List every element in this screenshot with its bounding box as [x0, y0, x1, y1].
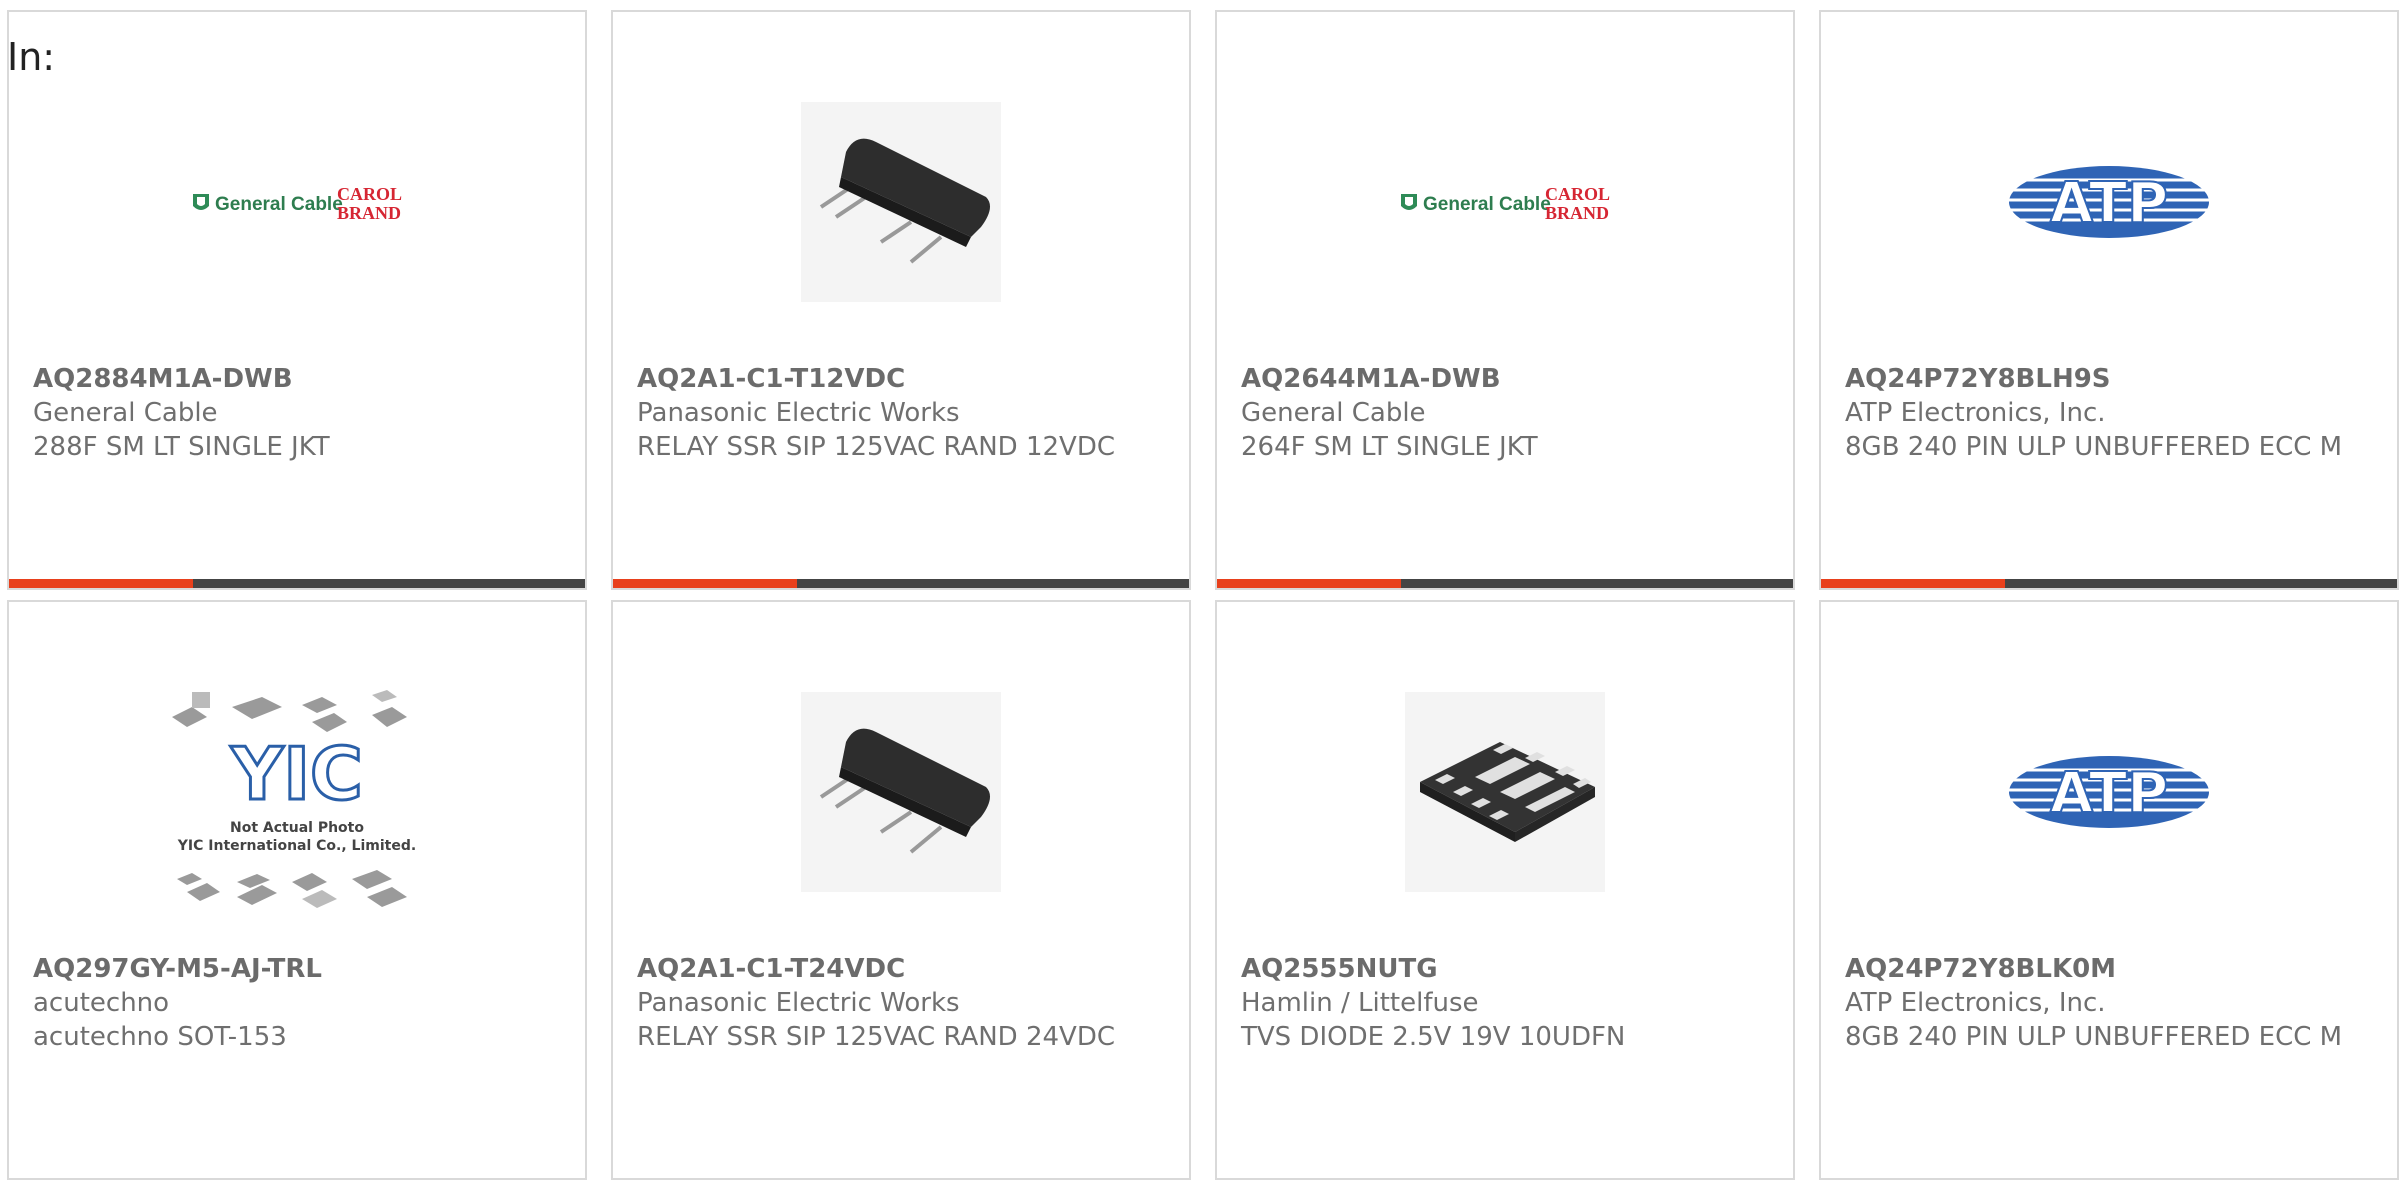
svg-text:General Cable: General Cable — [215, 194, 343, 215]
card-footer-bar — [1217, 579, 1793, 588]
part-number-link[interactable]: AQ2555NUTG — [1241, 952, 1769, 986]
product-card[interactable]: AQ2555NUTG Hamlin / Littelfuse TVS DIODE… — [1215, 600, 1795, 1180]
product-description: 8GB 240 PIN ULP UNBUFFERED ECC M — [1845, 1022, 2343, 1052]
card-footer-bar — [613, 579, 1189, 588]
atp-logo-icon: ATP — [1989, 682, 2229, 902]
product-description: acutechno SOT-153 — [33, 1022, 287, 1052]
product-card[interactable]: ATP AQ24P72Y8BLH9S ATP Electronics, Inc.… — [1819, 10, 2399, 590]
sip-relay-photo-icon — [781, 92, 1021, 312]
product-card[interactable]: ATP AQ24P72Y8BLK0M ATP Electronics, Inc.… — [1819, 600, 2399, 1180]
svg-text:YIC International Co., Limited: YIC International Co., Limited. — [177, 838, 416, 854]
product-description: 264F SM LT SINGLE JKT — [1241, 432, 1538, 462]
svg-text:CAROL: CAROL — [1545, 184, 1610, 204]
svg-text:CAROL: CAROL — [337, 184, 402, 204]
svg-text:BRAND: BRAND — [337, 203, 401, 223]
atp-logo-icon: ATP — [1989, 92, 2229, 312]
part-number-link[interactable]: AQ24P72Y8BLH9S — [1845, 362, 2373, 396]
svg-text:BRAND: BRAND — [1545, 203, 1609, 223]
part-number-link[interactable]: AQ297GY-M5-AJ-TRL — [33, 952, 561, 986]
product-card[interactable]: AQ2A1-C1-T12VDC Panasonic Electric Works… — [611, 10, 1191, 590]
udfn-chip-photo-icon — [1385, 682, 1625, 902]
product-description: TVS DIODE 2.5V 19V 10UDFN — [1241, 1022, 1626, 1052]
svg-text:Not Actual Photo: Not Actual Photo — [230, 820, 364, 836]
svg-text:ATP: ATP — [2050, 171, 2168, 236]
product-description: 288F SM LT SINGLE JKT — [33, 432, 330, 462]
svg-text:YIC: YIC — [230, 732, 363, 816]
product-card[interactable]: YIC Not Actual Photo YIC International C… — [7, 600, 587, 1180]
general-cable-logo-icon: General Cable CAROL BRAND — [1385, 92, 1625, 312]
part-number-link[interactable]: AQ2A1-C1-T12VDC — [637, 362, 1165, 396]
product-card[interactable]: General Cable CAROL BRAND AQ2884M1A-DWB … — [7, 10, 587, 590]
svg-text:General Cable: General Cable — [1423, 194, 1551, 215]
manufacturer-name: General Cable — [1241, 398, 1426, 428]
card-footer-bar — [9, 579, 585, 588]
sip-relay-photo-icon — [781, 682, 1021, 902]
manufacturer-name: General Cable — [33, 398, 218, 428]
product-description: RELAY SSR SIP 125VAC RAND 24VDC — [637, 1022, 1116, 1052]
card-footer-bar — [1821, 579, 2397, 588]
yic-placeholder-icon: YIC Not Actual Photo YIC International C… — [162, 687, 432, 927]
manufacturer-name: ATP Electronics, Inc. — [1845, 988, 2106, 1018]
product-description: RELAY SSR SIP 125VAC RAND 12VDC — [637, 432, 1116, 462]
manufacturer-name: Panasonic Electric Works — [637, 988, 960, 1018]
product-card[interactable]: AQ2A1-C1-T24VDC Panasonic Electric Works… — [611, 600, 1191, 1180]
manufacturer-name: Hamlin / Littelfuse — [1241, 988, 1479, 1018]
product-card[interactable]: General Cable CAROL BRAND AQ2644M1A-DWB … — [1215, 10, 1795, 590]
svg-text:ATP: ATP — [2050, 761, 2168, 826]
part-number-link[interactable]: AQ2644M1A-DWB — [1241, 362, 1769, 396]
manufacturer-name: ATP Electronics, Inc. — [1845, 398, 2106, 428]
in-filter-label: In: — [7, 35, 56, 79]
manufacturer-name: Panasonic Electric Works — [637, 398, 960, 428]
part-number-link[interactable]: AQ2A1-C1-T24VDC — [637, 952, 1165, 986]
part-number-link[interactable]: AQ24P72Y8BLK0M — [1845, 952, 2373, 986]
part-number-link[interactable]: AQ2884M1A-DWB — [33, 362, 561, 396]
product-description: 8GB 240 PIN ULP UNBUFFERED ECC M — [1845, 432, 2343, 462]
manufacturer-name: acutechno — [33, 988, 170, 1018]
general-cable-logo-icon: General Cable CAROL BRAND — [177, 92, 417, 312]
